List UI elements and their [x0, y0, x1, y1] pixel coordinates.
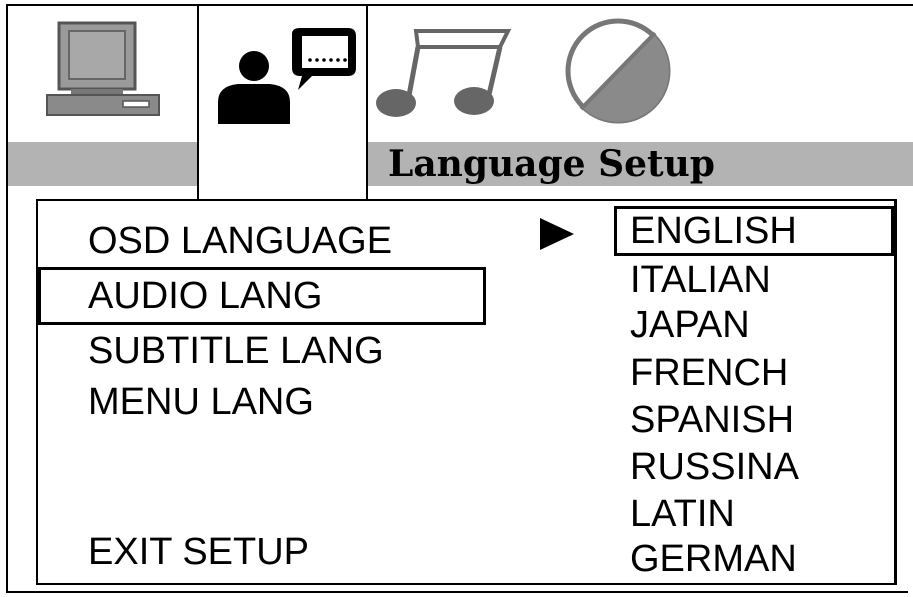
option-latin[interactable]: LATIN — [630, 494, 735, 534]
selected-arrow-icon — [540, 218, 574, 250]
page-title: Language Setup — [388, 143, 715, 185]
option-english[interactable]: ENGLISH — [630, 211, 797, 251]
option-spanish[interactable]: SPANISH — [630, 400, 794, 440]
menu-item-menu-lang[interactable]: MENU LANG — [88, 382, 314, 422]
option-japan[interactable]: JAPAN — [630, 305, 750, 345]
person-speech-icon — [217, 28, 356, 124]
music-note-icon — [376, 29, 512, 117]
tab-preferences[interactable] — [548, 6, 688, 136]
option-italian[interactable]: ITALIAN — [630, 260, 771, 300]
option-russina[interactable]: RUSSINA — [630, 447, 799, 487]
monitor-icon — [45, 21, 160, 116]
menu-item-osd-language[interactable]: OSD LANGUAGE — [88, 221, 392, 261]
menu-item-exit-setup[interactable]: EXIT SETUP — [88, 532, 309, 572]
disc-icon — [565, 18, 671, 124]
option-german[interactable]: GERMAN — [630, 539, 797, 579]
menu-item-subtitle-lang[interactable]: SUBTITLE LANG — [88, 331, 384, 371]
option-french[interactable]: FRENCH — [630, 353, 788, 393]
tab-language-setup[interactable] — [199, 6, 366, 136]
tab-general-setup[interactable] — [8, 6, 197, 136]
menu-item-audio-lang[interactable]: AUDIO LANG — [88, 276, 322, 316]
tab-audio-setup[interactable] — [368, 6, 518, 136]
